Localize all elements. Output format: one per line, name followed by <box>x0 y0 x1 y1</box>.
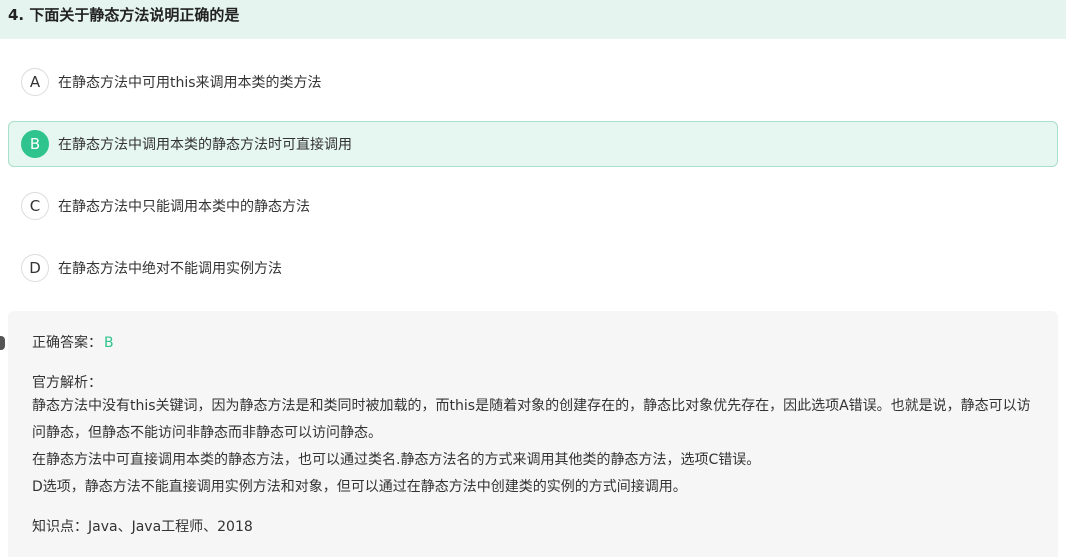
option-a[interactable]: A 在静态方法中可用this来调用本类的类方法 <box>8 59 1058 105</box>
question-title: 4. 下面关于静态方法说明正确的是 <box>0 0 1066 39</box>
analysis-line: 静态方法中没有this关键词，因为静态方法是和类同时被加载的，而this是随着对… <box>32 398 1031 441</box>
correct-answer-label: 正确答案： <box>32 335 102 351</box>
option-letter: B <box>21 130 49 158</box>
option-letter: D <box>21 254 49 282</box>
option-text: 在静态方法中可用this来调用本类的类方法 <box>58 75 322 91</box>
option-letter: C <box>21 192 49 220</box>
analysis-line: 在静态方法中可直接调用本类的静态方法，也可以通过类名.静态方法名的方式来调用其他… <box>32 452 761 468</box>
analysis-title: 官方解析： <box>32 375 102 391</box>
option-text: 在静态方法中只能调用本类中的静态方法 <box>58 199 310 215</box>
option-c[interactable]: C 在静态方法中只能调用本类中的静态方法 <box>8 183 1058 229</box>
option-letter: A <box>21 68 49 96</box>
option-b[interactable]: B 在静态方法中调用本类的静态方法时可直接调用 <box>8 121 1058 167</box>
knowledge-points: 知识点：Java、Java工程师、2018 <box>32 519 253 535</box>
panel-toggle-handle[interactable] <box>0 336 5 350</box>
analysis-line: D选项，静态方法不能直接调用实例方法和对象，但可以通过在静态方法中创建类的实例的… <box>32 479 687 495</box>
correct-answer: 正确答案： B <box>32 331 1034 355</box>
analysis-body: 静态方法中没有this关键词，因为静态方法是和类同时被加载的，而this是随着对… <box>32 393 1034 501</box>
answer-analysis-panel: 正确答案： B 官方解析： 静态方法中没有this关键词，因为静态方法是和类同时被… <box>8 311 1058 557</box>
option-text: 在静态方法中绝对不能调用实例方法 <box>58 261 282 277</box>
correct-answer-value: B <box>104 335 114 351</box>
option-d[interactable]: D 在静态方法中绝对不能调用实例方法 <box>8 245 1058 291</box>
option-text: 在静态方法中调用本类的静态方法时可直接调用 <box>58 137 352 153</box>
